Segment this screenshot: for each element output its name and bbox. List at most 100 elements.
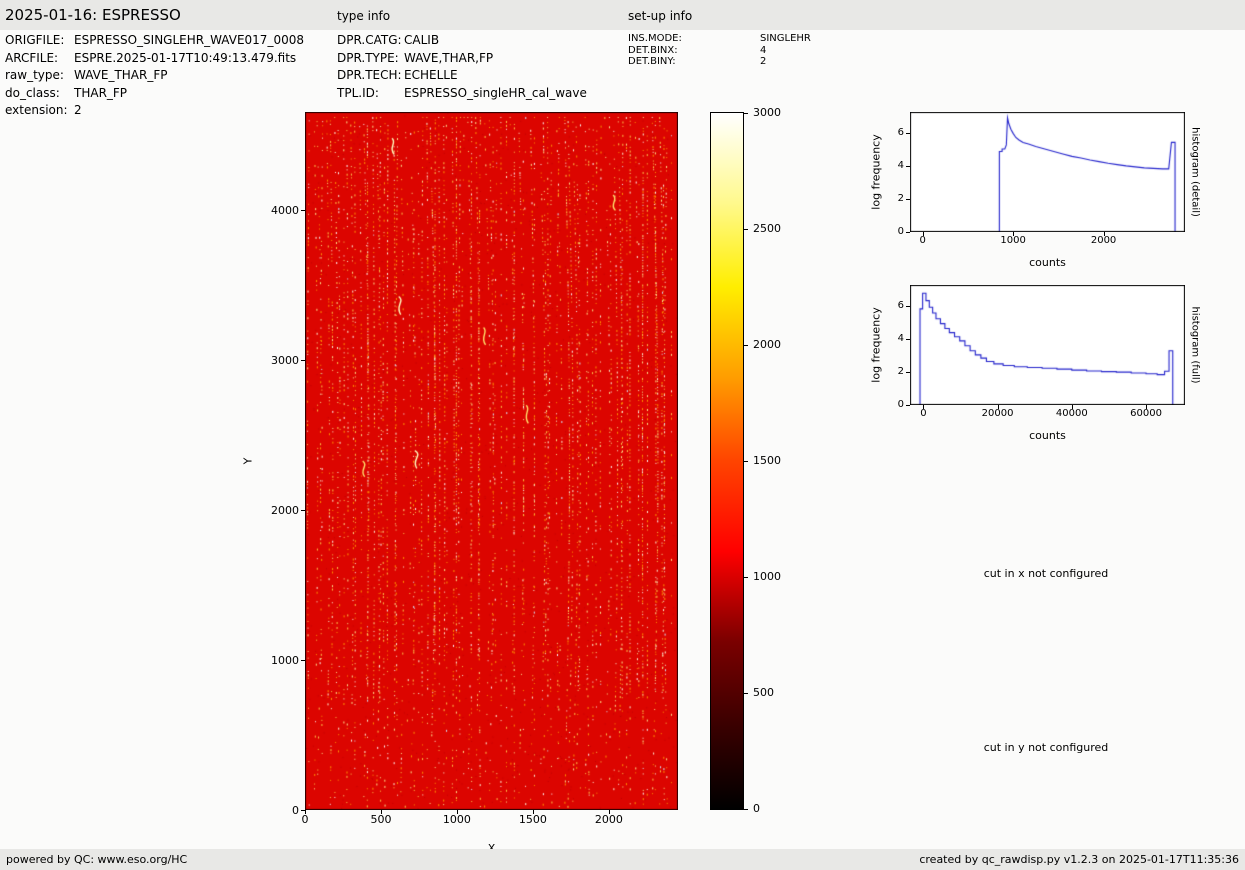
x-tick-label: 0 — [898, 235, 948, 246]
y-tick-label: 4000 — [257, 204, 299, 217]
y-tick-label: 0 — [257, 804, 299, 817]
info-value: CALIB — [404, 33, 439, 47]
y-tick-mark — [301, 360, 305, 361]
info-value: SINGLEHR — [760, 33, 811, 44]
setup-info-list: INS.MODE:SINGLEHR DET.BINX:4 DET.BINY:2 — [628, 33, 811, 68]
info-row: INS.MODE:SINGLEHR — [628, 33, 811, 45]
colorbar-tick-mark — [744, 461, 748, 462]
x-tick-label: 60000 — [1121, 408, 1171, 419]
info-value: WAVE_THAR_FP — [74, 68, 167, 82]
info-row: DET.BINY:2 — [628, 56, 811, 68]
y-tick-mark — [301, 660, 305, 661]
info-label: extension: — [5, 102, 74, 120]
y-tick-mark — [301, 510, 305, 511]
histogram-detail-plot: counts log frequency histogram (detail) … — [910, 112, 1185, 232]
colorbar-tick-mark — [744, 577, 748, 578]
info-value: ESPRE.2025-01-17T10:49:13.479.fits — [74, 51, 296, 65]
x-tick-label: 2000 — [1079, 235, 1129, 246]
header-bar: 2025-01-16: ESPRESSO type info set-up in… — [0, 0, 1245, 30]
type-info-list: DPR.CATG:CALIB DPR.TYPE:WAVE,THAR,FP DPR… — [337, 32, 587, 102]
y-tick-label: 2 — [862, 193, 904, 204]
info-row: ARCFILE:ESPRE.2025-01-17T10:49:13.479.fi… — [5, 50, 304, 68]
y-tick-mark — [906, 232, 910, 233]
info-value: ESPRESSO_SINGLEHR_WAVE017_0008 — [74, 33, 304, 47]
info-row: extension:2 — [5, 102, 304, 120]
y-tick-mark — [906, 166, 910, 167]
y-tick-mark — [906, 133, 910, 134]
info-row: DET.BINX:4 — [628, 45, 811, 57]
x-tick-label: 0 — [898, 408, 948, 419]
x-tick-label: 500 — [356, 813, 406, 826]
footer-right-text: created by qc_rawdisp.py v1.2.3 on 2025-… — [919, 853, 1239, 866]
x-tick-label: 1000 — [988, 235, 1038, 246]
colorbar-tick-mark — [744, 229, 748, 230]
info-label: ORIGFILE: — [5, 32, 74, 50]
cut-y-message: cut in y not configured — [936, 741, 1156, 754]
info-value: 2 — [760, 56, 766, 67]
y-tick-mark — [906, 199, 910, 200]
y-tick-mark — [906, 372, 910, 373]
raw-image-canvas — [305, 112, 678, 810]
info-value: WAVE,THAR,FP — [404, 51, 493, 65]
colorbar-tick-label: 0 — [753, 803, 760, 815]
colorbar-tick-label: 500 — [753, 687, 774, 699]
cut-x-message: cut in x not configured — [936, 567, 1156, 580]
histogram-detail-xlabel: counts — [910, 256, 1185, 269]
type-info-heading: type info — [337, 9, 390, 23]
colorbar-tick-label: 3000 — [753, 107, 781, 119]
info-label: DET.BINX: — [628, 45, 760, 57]
y-axis-label: Y — [242, 458, 255, 465]
colorbar-tick-mark — [744, 693, 748, 694]
x-tick-label: 1500 — [508, 813, 558, 826]
y-tick-label: 4 — [862, 333, 904, 344]
info-label: DPR.TYPE: — [337, 50, 404, 68]
info-label: INS.MODE: — [628, 33, 760, 45]
info-value: THAR_FP — [74, 86, 127, 100]
info-label: do_class: — [5, 85, 74, 103]
raw-image-plot: X Y 050010001500200001000200030004000 — [305, 112, 678, 810]
info-row: raw_type:WAVE_THAR_FP — [5, 67, 304, 85]
histogram-full-side-label: histogram (full) — [1190, 306, 1201, 383]
info-row: TPL.ID:ESPRESSO_singleHR_cal_wave — [337, 85, 587, 103]
info-row: DPR.TECH:ECHELLE — [337, 67, 587, 85]
y-tick-mark — [906, 306, 910, 307]
y-tick-label: 1000 — [257, 654, 299, 667]
colorbar-tick-label: 1500 — [753, 455, 781, 467]
setup-info-heading: set-up info — [628, 9, 692, 23]
colorbar: 050010001500200025003000 — [710, 112, 744, 810]
x-tick-label: 20000 — [973, 408, 1023, 419]
info-row: DPR.CATG:CALIB — [337, 32, 587, 50]
footer-left-text: powered by QC: www.eso.org/HC — [6, 853, 187, 866]
info-value: 2 — [74, 103, 82, 117]
histogram-full-canvas — [910, 285, 1185, 405]
y-tick-mark — [301, 810, 305, 811]
y-tick-label: 0 — [862, 399, 904, 410]
info-label: ARCFILE: — [5, 50, 74, 68]
histogram-detail-side-label: histogram (detail) — [1190, 127, 1201, 217]
colorbar-tick-label: 1000 — [753, 571, 781, 583]
x-tick-label: 1000 — [432, 813, 482, 826]
info-label: TPL.ID: — [337, 85, 404, 103]
info-value: ESPRESSO_singleHR_cal_wave — [404, 86, 587, 100]
info-label: DET.BINY: — [628, 56, 760, 68]
info-label: DPR.CATG: — [337, 32, 404, 50]
info-row: ORIGFILE:ESPRESSO_SINGLEHR_WAVE017_0008 — [5, 32, 304, 50]
y-tick-mark — [301, 210, 305, 211]
info-value: 4 — [760, 45, 766, 56]
colorbar-tick-mark — [744, 345, 748, 346]
colorbar-tick-label: 2000 — [753, 339, 781, 351]
page-title: 2025-01-16: ESPRESSO — [5, 6, 181, 24]
y-tick-label: 4 — [862, 160, 904, 171]
qc-report-page: 2025-01-16: ESPRESSO type info set-up in… — [0, 0, 1245, 870]
y-tick-label: 3000 — [257, 354, 299, 367]
histogram-full-plot: counts log frequency histogram (full) 02… — [910, 285, 1185, 405]
colorbar-tick-label: 2500 — [753, 223, 781, 235]
info-row: DPR.TYPE:WAVE,THAR,FP — [337, 50, 587, 68]
y-tick-label: 2000 — [257, 504, 299, 517]
histogram-detail-canvas — [910, 112, 1185, 232]
footer-bar: powered by QC: www.eso.org/HC created by… — [0, 849, 1245, 870]
file-info-list: ORIGFILE:ESPRESSO_SINGLEHR_WAVE017_0008 … — [5, 32, 304, 120]
info-label: DPR.TECH: — [337, 67, 404, 85]
y-tick-mark — [906, 405, 910, 406]
y-tick-label: 6 — [862, 127, 904, 138]
